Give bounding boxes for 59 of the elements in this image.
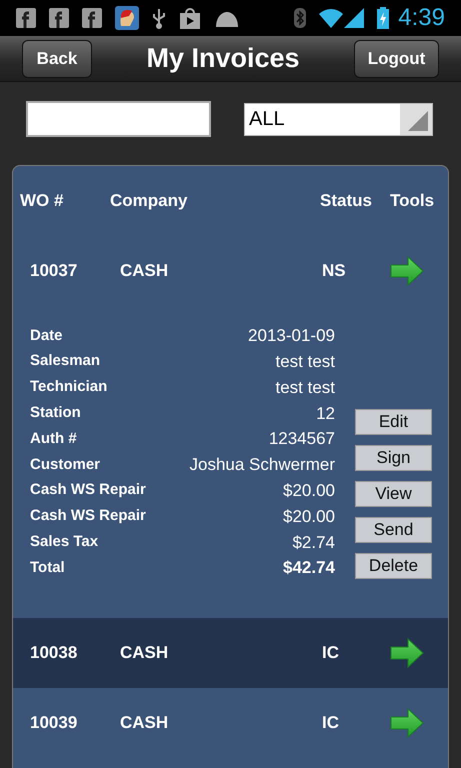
detail-value: $20.00 — [283, 480, 335, 502]
detail-value: $20.00 — [283, 506, 335, 528]
detail-value: 1234567 — [268, 428, 335, 450]
column-header: Company — [110, 190, 188, 212]
invoice-row[interactable]: 10038 CASH IC — [13, 618, 448, 688]
status-code: IC — [322, 642, 340, 664]
detail-label: Salesman — [30, 351, 100, 372]
status-code: IC — [322, 712, 340, 734]
wo-number: 10037 — [30, 260, 78, 282]
battery-icon — [377, 7, 390, 29]
search-field[interactable] — [26, 101, 211, 137]
app-icon — [115, 6, 139, 30]
detail-label: Auth # — [30, 428, 77, 449]
dropdown-corner-icon — [408, 110, 428, 130]
detail-label: Cash WS Repair — [30, 506, 146, 526]
detail-label: Total — [30, 558, 65, 578]
wo-number: 10039 — [30, 712, 78, 734]
action-button[interactable]: Send — [355, 516, 432, 543]
social-app-icon — [16, 8, 36, 28]
arrow-right-icon[interactable] — [390, 708, 424, 738]
detail-value: test test — [275, 350, 335, 373]
detail-label: Station — [30, 403, 81, 424]
column-header: Status — [320, 190, 373, 212]
company-name: CASH — [120, 712, 170, 734]
detail-value: $2.74 — [292, 532, 335, 554]
detail-value: Joshua Schwermer — [189, 454, 335, 476]
back-button[interactable]: Back — [22, 40, 92, 78]
arrow-right-icon[interactable] — [390, 256, 424, 286]
detail-label: Technician — [30, 377, 108, 398]
arrow-right-icon[interactable] — [390, 638, 424, 668]
social-app-icon — [49, 8, 69, 28]
play-store-icon — [179, 7, 201, 29]
detail-label: Sales Tax — [30, 532, 98, 552]
action-button[interactable]: Edit — [355, 408, 432, 435]
action-button[interactable]: Delete — [355, 552, 432, 579]
detail-label: Cash WS Repair — [30, 480, 146, 500]
column-header: Tools — [390, 190, 436, 212]
company-name: CASH — [120, 260, 170, 282]
detail-label: Customer — [30, 454, 100, 475]
detail-value: 2013-01-09 — [248, 325, 335, 348]
usb-icon — [152, 7, 166, 29]
wo-number: 10038 — [30, 642, 78, 664]
signal-icon — [344, 8, 364, 28]
status-dropdown[interactable]: ALL — [244, 102, 433, 136]
social-app-icon — [82, 8, 102, 28]
detail-value: 12 — [316, 402, 335, 425]
company-name: CASH — [120, 642, 170, 664]
detail-value: test test — [275, 376, 335, 399]
bluetooth-icon — [294, 8, 306, 28]
action-button[interactable]: View — [355, 480, 432, 507]
action-button[interactable]: Sign — [355, 444, 432, 471]
page-title: My Invoices — [146, 42, 300, 76]
detail-label: Date — [30, 326, 63, 346]
column-header: WO # — [20, 190, 64, 212]
detail-value: $42.74 — [283, 557, 335, 580]
logout-button[interactable]: Logout — [354, 40, 439, 78]
wifi-icon — [319, 8, 344, 28]
clock-text: 4:39 — [398, 3, 445, 33]
status-code: NS — [322, 260, 347, 282]
